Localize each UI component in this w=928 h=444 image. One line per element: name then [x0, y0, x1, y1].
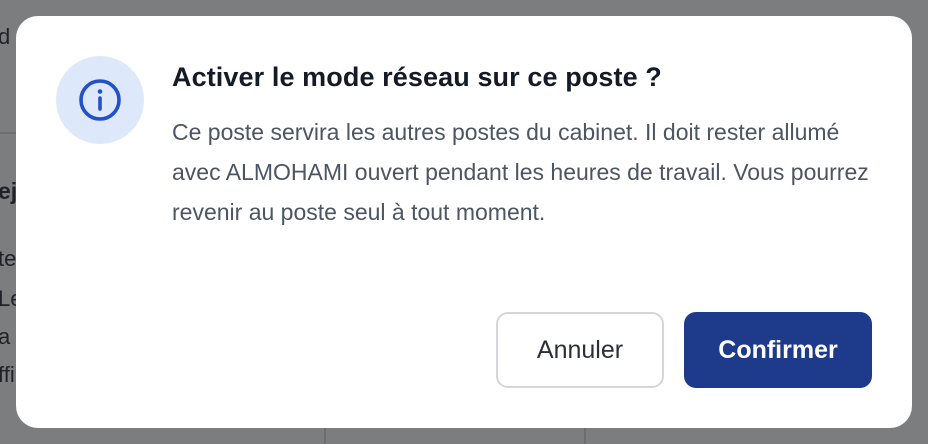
background-text-fragment: d [0, 24, 11, 49]
confirm-button[interactable]: Confirmer [684, 312, 872, 388]
background-heading-fragment: ej [0, 178, 18, 204]
info-icon [79, 79, 121, 121]
background-text-fragment: ffi [0, 362, 15, 387]
background-text-fragment: te [0, 246, 17, 271]
info-icon-badge [56, 56, 144, 144]
confirm-dialog: Activer le mode réseau sur ce poste ? Ce… [16, 16, 912, 428]
dialog-message: Ce poste servira les autres postes du ca… [172, 119, 869, 225]
dialog-title: Activer le mode réseau sur ce poste ? [172, 62, 662, 92]
background-divider [584, 426, 586, 444]
cancel-button[interactable]: Annuler [496, 312, 664, 388]
background-divider [324, 426, 326, 444]
